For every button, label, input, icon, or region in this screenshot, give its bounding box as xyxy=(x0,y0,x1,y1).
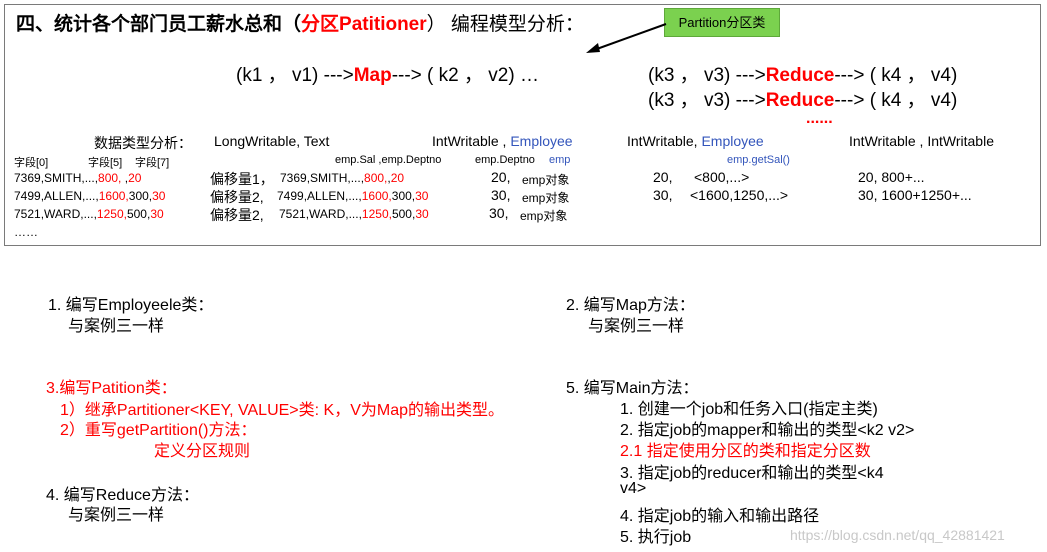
reduce-output-2: ---> ( k4 ， v4) xyxy=(834,90,958,111)
type-map-output: IntWritable , Employee xyxy=(432,133,573,149)
step-5-item: v4> xyxy=(620,480,647,497)
raw-row-3-comm: 500, xyxy=(126,207,151,221)
offset-1: 偏移量1， xyxy=(210,171,274,187)
reduce-label-2: Reduce xyxy=(765,90,835,111)
type-k2: IntWritable , xyxy=(432,133,507,149)
step-5-item: 5. 执行job xyxy=(620,529,692,546)
out-row-2: 30, 1600+1250+... xyxy=(858,187,972,203)
field-5: 字段[5] xyxy=(88,157,123,169)
type-map-input: LongWritable, Text xyxy=(214,133,330,149)
field-get-sal: emp.getSal() xyxy=(727,154,790,166)
reduce-flow-1: (k3 ， v3) --->Reduce---> ( k4 ， v4) xyxy=(648,60,957,87)
map-row-3-head: 7521,WARD,..., xyxy=(279,207,362,221)
out-row-1: 20, 800+... xyxy=(858,169,925,185)
raw-row-2-comm: 300, xyxy=(128,189,153,203)
partition-callout: Partition分区类 xyxy=(664,8,780,37)
type-v2: Employee xyxy=(510,133,573,149)
map-row-1-dept: 20 xyxy=(390,171,405,185)
v2-row-1: emp对象 xyxy=(522,173,570,187)
offset-3: 偏移量2, xyxy=(210,207,264,223)
map-label: Map xyxy=(353,65,392,86)
raw-row-3-dept: 30 xyxy=(150,207,164,221)
k2-row-2: 30, xyxy=(491,187,511,203)
step-3-line-3: 定义分区规则 xyxy=(154,443,251,460)
map-row-3-dept: 30 xyxy=(415,207,429,221)
map-flow: (k1 ， v1) --->Map---> ( k2 ， v2) … xyxy=(236,60,539,87)
k3-row-2: 30, xyxy=(653,187,673,203)
title-highlight: 分区Patitioner xyxy=(301,14,427,35)
raw-row-3-sal: 1250, xyxy=(96,207,127,221)
reduce-output-1: ---> ( k4 ， v4) xyxy=(834,65,958,86)
title-prefix: 四、统计各个部门员工薪水总和（ xyxy=(16,14,302,35)
raw-row-2: 7499,ALLEN,...,1600,300,30 xyxy=(14,189,165,203)
raw-row-1-head: 7369,SMITH,..., xyxy=(14,171,99,185)
field-7: 字段[7] xyxy=(135,157,170,169)
map-row-1-sal: 800, xyxy=(364,171,388,185)
step-5-item: 2.1 指定使用分区的类和指定分区数 xyxy=(620,443,871,460)
map-row-2: 7499,ALLEN,...,1600,300,30 xyxy=(277,189,428,203)
map-input: (k1 ， v1) ---> xyxy=(236,65,354,86)
raw-row-1: 7369,SMITH,...,800, ,20 xyxy=(14,171,141,185)
callout-arrow xyxy=(586,23,667,53)
field-0: 字段[0] xyxy=(14,157,49,169)
rows-ellipsis: …… xyxy=(14,225,38,239)
k2-row-3: 30, xyxy=(489,205,509,221)
types-label: 数据类型分析： xyxy=(94,135,192,151)
step-1-body: 与案例三一样 xyxy=(68,318,165,335)
map-row-3: 7521,WARD,...,1250,500,30 xyxy=(279,207,429,221)
title-suffix: ） 编程模型分析： xyxy=(426,14,584,35)
k3-row-1: 20, xyxy=(653,169,673,185)
raw-row-3-head: 7521,WARD,..., xyxy=(14,207,97,221)
step-3-title: 3.编写Patition类： xyxy=(46,380,177,397)
v3-row-2: <1600,1250,...> xyxy=(690,187,789,203)
raw-row-1-dept: 20 xyxy=(128,171,142,185)
type-reduce-output: IntWritable , IntWritable xyxy=(849,133,994,149)
more-dots: ...... xyxy=(806,110,833,127)
raw-row-2-sal: 1600, xyxy=(98,189,129,203)
reduce-flow-2: (k3 ， v3) --->Reduce---> ( k4 ， v4) xyxy=(648,85,957,112)
raw-row-1-sal: 800, xyxy=(98,171,122,185)
step-4-body: 与案例三一样 xyxy=(68,507,165,524)
field-emp-deptno: emp.Deptno xyxy=(475,154,535,166)
map-row-2-head: 7499,ALLEN,..., xyxy=(277,189,362,203)
map-row-1-head: 7369,SMITH,..., xyxy=(280,171,365,185)
reduce-input-2: (k3 ， v3) ---> xyxy=(648,90,766,111)
field-emp: emp xyxy=(549,154,571,166)
offset-2: 偏移量2, xyxy=(210,189,264,205)
map-row-3-comm: 500, xyxy=(391,207,416,221)
k2-row-1: 20, xyxy=(491,169,511,185)
watermark: https://blog.csdn.net/qq_42881421 xyxy=(790,527,1005,543)
map-row-2-comm: 300, xyxy=(391,189,416,203)
raw-row-2-head: 7499,ALLEN,..., xyxy=(14,189,99,203)
field-emp-sal: emp.Sal ,emp.Deptno xyxy=(335,154,442,166)
type-k3: IntWritable, xyxy=(627,133,698,149)
step-2-body: 与案例三一样 xyxy=(588,318,685,335)
v2-row-2: emp对象 xyxy=(522,191,570,205)
map-row-2-sal: 1600, xyxy=(361,189,392,203)
map-row-2-dept: 30 xyxy=(415,189,429,203)
step-5-item: 3. 指定job的reducer和输出的类型<k4 xyxy=(620,465,884,482)
reduce-input-1: (k3 ， v3) ---> xyxy=(648,65,766,86)
raw-row-2-dept: 30 xyxy=(152,189,166,203)
type-v3: Employee xyxy=(701,133,764,149)
reduce-label-1: Reduce xyxy=(765,65,835,86)
raw-row-3: 7521,WARD,...,1250,500,30 xyxy=(14,207,164,221)
map-row-3-sal: 1250, xyxy=(361,207,392,221)
v3-row-1: <800,...> xyxy=(694,169,750,185)
v2-row-3: emp对象 xyxy=(520,209,568,223)
map-row-1: 7369,SMITH,...,800,,20 xyxy=(280,171,404,185)
map-output: ---> ( k2 ， v2) … xyxy=(391,65,539,86)
type-reduce-input: IntWritable, Employee xyxy=(627,133,764,149)
panel-title: 四、统计各个部门员工薪水总和（分区Patitioner） 编程模型分析： xyxy=(16,9,584,36)
